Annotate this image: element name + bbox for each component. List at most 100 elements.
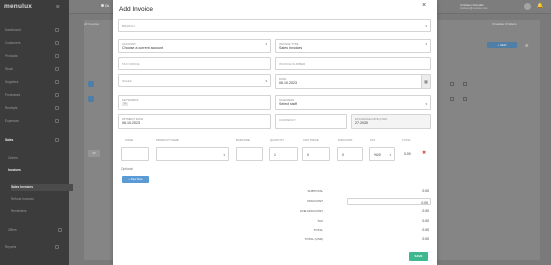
col-tax: TAX bbox=[370, 138, 376, 142]
account-select[interactable]: ACCOUNT Choose a current account ▾ bbox=[118, 39, 271, 53]
line-discount-label: LINE DISCOUNT bbox=[299, 209, 323, 213]
sales-icon bbox=[55, 137, 59, 142]
row-checkbox[interactable] bbox=[88, 96, 94, 102]
chevron-down-icon: ▾ bbox=[389, 152, 391, 157]
row-checkbox[interactable] bbox=[88, 81, 94, 87]
col-quantity: QUANTITY bbox=[270, 138, 285, 142]
col-product-name: PRODUCT NAME bbox=[156, 138, 179, 142]
col-unit-price: UNIT PRICE bbox=[303, 138, 319, 142]
salesman-select[interactable]: SALESMAN Select staff ▾ bbox=[275, 95, 431, 110]
customers-icon bbox=[55, 40, 59, 45]
gear-icon[interactable]: ⚙ bbox=[525, 43, 529, 48]
col-discount: DISCOUNT bbox=[338, 138, 353, 142]
branch-select[interactable]: BRANCH ▾ bbox=[118, 19, 431, 32]
sidebar-item-receipts[interactable]: Receipts bbox=[5, 105, 67, 112]
payment-date-input[interactable]: PAYMENT DATE 06.10.2023 bbox=[118, 114, 271, 129]
code-input[interactable] bbox=[121, 147, 149, 161]
total-value: 0.00 bbox=[422, 228, 429, 232]
chevron-down-icon: ▾ bbox=[425, 102, 427, 106]
sidebar-item-dashboard[interactable]: Dashboard bbox=[5, 27, 67, 34]
optional-label: Optional bbox=[121, 167, 133, 171]
workspace-label[interactable]: Dk bbox=[105, 4, 109, 8]
tax-value: 0.00 bbox=[422, 219, 429, 223]
product-name-select[interactable]: ▾ bbox=[156, 147, 229, 161]
sidebar-item-invoices[interactable]: Invoices bbox=[8, 167, 70, 174]
dashboard-icon bbox=[55, 27, 59, 32]
edit-icon[interactable] bbox=[450, 97, 454, 101]
offers-icon bbox=[58, 227, 62, 232]
bell-icon[interactable]: 🔔 bbox=[537, 3, 543, 9]
discount-total-input[interactable]: 0.00 bbox=[347, 198, 431, 205]
sidebar: menulux ☰ Dashboard Customers Products S… bbox=[0, 0, 73, 265]
sidebar-item-purchases[interactable]: Purchases bbox=[5, 92, 67, 99]
sidebar-item-expenses[interactable]: Expenses bbox=[5, 118, 67, 125]
chevron-down-icon: ▾ bbox=[425, 42, 427, 46]
invoice-type-select[interactable]: INVOICE TYPE Sales Invoices ▾ bbox=[275, 39, 431, 53]
expenses-icon bbox=[55, 118, 59, 123]
quantity-input[interactable]: 1 bbox=[269, 147, 298, 161]
user-email: cristiano@menulux.com bbox=[460, 7, 488, 10]
col-code: CODE bbox=[125, 138, 134, 142]
barcode-input[interactable] bbox=[236, 147, 263, 161]
discount-input[interactable]: 0 bbox=[337, 147, 363, 161]
sidebar-item-customers[interactable]: Customers bbox=[5, 40, 67, 47]
sidebar-item-suppliers[interactable]: Suppliers bbox=[5, 79, 67, 86]
add-invoice-modal: Add Invoice × BRANCH ▾ ACCOUNT Choose a … bbox=[113, 0, 437, 265]
currency-select[interactable]: CURRENCY bbox=[275, 114, 347, 129]
keywords-input[interactable]: KEYWORDS x bbox=[118, 95, 271, 110]
delete-row-icon[interactable]: ✖ bbox=[422, 151, 426, 156]
total-usd-value: 0.00 bbox=[422, 237, 429, 241]
sidebar-item-sales[interactable]: Sales bbox=[5, 137, 67, 144]
total-usd-label: TOTAL (USD) bbox=[304, 237, 323, 241]
row-total: 0.00 bbox=[404, 152, 411, 156]
tax-label: TAX bbox=[317, 219, 323, 223]
sidebar-item-sales-invoices[interactable]: Sales Invoices bbox=[11, 184, 73, 191]
suppliers-icon bbox=[55, 79, 59, 84]
sales-select[interactable]: SALES ▾ bbox=[118, 74, 271, 87]
invoice-number-input[interactable]: INVOICE NUMBER bbox=[275, 57, 431, 70]
purchases-icon bbox=[55, 92, 59, 97]
delete-icon[interactable] bbox=[463, 97, 467, 101]
save-button[interactable]: SAVE bbox=[409, 252, 428, 261]
chevron-down-icon: ▾ bbox=[223, 152, 225, 157]
workspace-icon bbox=[101, 4, 104, 7]
sidebar-item-orders[interactable]: Orders bbox=[8, 155, 70, 162]
avatar[interactable] bbox=[524, 3, 531, 10]
unit-price-input[interactable]: 0 bbox=[302, 147, 330, 161]
invoice-counts: 0 Guides 0 Orders bbox=[492, 22, 517, 26]
calendar-icon[interactable]: ▦ bbox=[421, 75, 430, 88]
sidebar-item-reports[interactable]: Reports bbox=[5, 244, 67, 251]
total-label: TOTAL bbox=[313, 228, 323, 232]
edit-icon[interactable] bbox=[450, 82, 454, 86]
products-icon bbox=[55, 53, 59, 58]
tab-all-invoices[interactable]: All Invoices bbox=[84, 22, 99, 26]
app-logo: menulux bbox=[4, 3, 33, 10]
page-size-select[interactable]: 25 bbox=[88, 150, 100, 157]
exchange-rate-input[interactable]: EXCHANGE DATE (USD) 27.2030 bbox=[351, 114, 431, 129]
add-row-button[interactable]: + New Row bbox=[122, 176, 149, 183]
tax-office-input[interactable]: TAX OFFICE bbox=[118, 57, 271, 70]
subtotal-label: SUBTOTAL bbox=[307, 189, 323, 193]
new-invoice-button[interactable]: + NEW bbox=[487, 42, 517, 48]
tax-select[interactable]: %20 ▾ bbox=[369, 147, 395, 161]
sidebar-item-stock[interactable]: Stock bbox=[5, 66, 67, 73]
date-input[interactable]: DATE 06.10.2023 ▦ bbox=[275, 74, 431, 89]
line-discount-value: 0.00 bbox=[422, 209, 429, 213]
col-barcode: BARCODE bbox=[236, 138, 250, 142]
reports-icon bbox=[55, 244, 59, 249]
stock-icon bbox=[55, 66, 59, 71]
sidebar-item-reminders[interactable]: Reminders bbox=[11, 208, 73, 215]
modal-title: Add Invoice bbox=[119, 6, 153, 13]
receipts-icon bbox=[55, 105, 59, 110]
subtotal-value: 0.00 bbox=[422, 189, 429, 193]
chevron-down-icon: ▾ bbox=[425, 24, 427, 28]
menu-icon[interactable]: ☰ bbox=[56, 4, 61, 9]
sidebar-item-products[interactable]: Products bbox=[5, 53, 67, 60]
chevron-down-icon: ▾ bbox=[265, 79, 267, 83]
close-icon[interactable]: × bbox=[422, 2, 426, 9]
sidebar-item-offers[interactable]: Offers bbox=[8, 227, 70, 234]
sidebar-item-refund-invoices[interactable]: Refund Invoices bbox=[11, 196, 73, 203]
col-total: TOTAL bbox=[402, 138, 411, 142]
delete-icon[interactable] bbox=[463, 82, 467, 86]
keyword-chip[interactable]: x bbox=[122, 102, 128, 106]
